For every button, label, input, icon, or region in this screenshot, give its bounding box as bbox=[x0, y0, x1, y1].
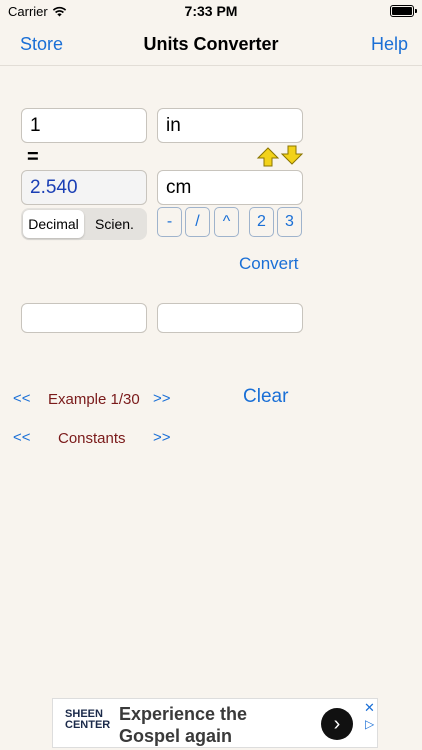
unit-key-cubed[interactable]: 3 bbox=[277, 207, 302, 237]
constants-prev-button[interactable]: << bbox=[13, 429, 31, 446]
battery-icon bbox=[390, 5, 417, 17]
ad-headline: Experience the Gospel again bbox=[119, 704, 248, 746]
unit-key-power[interactable]: ^ bbox=[214, 207, 239, 237]
swap-units-icon[interactable] bbox=[256, 143, 304, 169]
unit-key-divide[interactable]: / bbox=[185, 207, 210, 237]
format-scientific-option[interactable]: Scien. bbox=[84, 210, 145, 238]
example-label: Example 1/30 bbox=[48, 391, 140, 408]
extra-value-field[interactable] bbox=[21, 303, 147, 333]
result-unit-field[interactable]: cm bbox=[157, 170, 303, 205]
nav-bar: Store Units Converter Help bbox=[0, 24, 422, 66]
equals-sign: = bbox=[27, 146, 39, 168]
ad-close-icon[interactable]: ✕ bbox=[364, 700, 375, 716]
unit-key-squared[interactable]: 2 bbox=[249, 207, 274, 237]
status-bar: Carrier 7:33 PM bbox=[0, 0, 422, 24]
help-button[interactable]: Help bbox=[371, 34, 408, 55]
ad-choices-icon[interactable]: ▷ bbox=[365, 717, 374, 731]
input-unit-field[interactable]: in bbox=[157, 108, 303, 143]
ad-arrow-icon[interactable]: › bbox=[321, 708, 353, 740]
unit-key-minus[interactable]: - bbox=[157, 207, 182, 237]
constants-next-button[interactable]: >> bbox=[153, 429, 171, 446]
result-value-field[interactable]: 2.540 bbox=[21, 170, 147, 205]
convert-button[interactable]: Convert bbox=[239, 254, 299, 274]
clear-button[interactable]: Clear bbox=[243, 386, 288, 408]
extra-unit-field[interactable] bbox=[157, 303, 303, 333]
example-next-button[interactable]: >> bbox=[153, 390, 171, 407]
clock: 7:33 PM bbox=[184, 3, 238, 19]
format-decimal-option[interactable]: Decimal bbox=[23, 210, 84, 238]
constants-label: Constants bbox=[58, 430, 126, 447]
page-title: Units Converter bbox=[143, 34, 279, 54]
ad-logo: SHEEN CENTER bbox=[65, 708, 111, 731]
ad-banner[interactable]: SHEEN CENTER Experience the Gospel again… bbox=[52, 698, 378, 748]
example-prev-button[interactable]: << bbox=[13, 390, 31, 407]
input-value-field[interactable]: 1 bbox=[21, 108, 147, 143]
format-segmented-control[interactable]: Decimal Scien. bbox=[21, 208, 147, 240]
